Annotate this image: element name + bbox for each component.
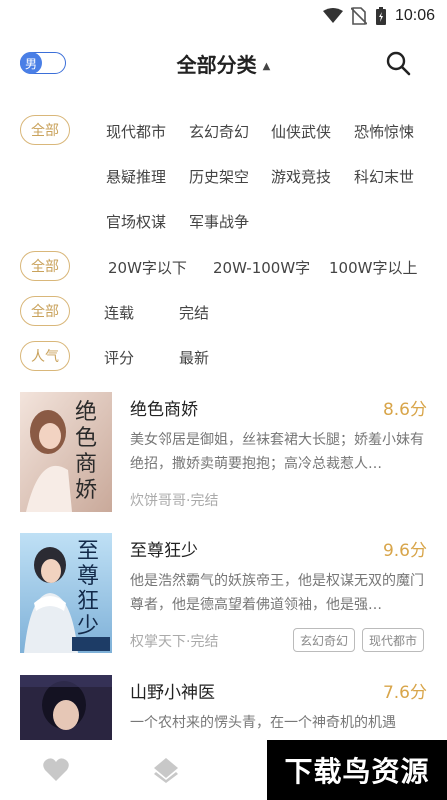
sort-popular-chip[interactable]: 人气	[20, 341, 70, 371]
watermark-logo: 下载鸟资源	[267, 740, 447, 800]
sort-option[interactable]: 最新	[179, 347, 209, 368]
book-title: 山野小神医	[130, 683, 215, 703]
book-title: 绝色商娇	[130, 400, 198, 420]
book-description: 一个农村来的愣头青，在一个神奇机的机遇	[130, 715, 396, 731]
book-list-item[interactable]: 至 尊 狂 少 至尊狂少 9.6分 他是浩然霸气的妖族帝王，他是权谋无双的魔门尊…	[0, 533, 447, 658]
layers-icon[interactable]	[152, 756, 180, 784]
sort-option[interactable]: 评分	[104, 347, 134, 368]
cover-title-char: 少	[76, 614, 99, 639]
status-time: 10:06	[394, 7, 435, 24]
category-option[interactable]: 悬疑推理	[106, 166, 166, 187]
category-option[interactable]: 军事战争	[189, 211, 249, 232]
category-title-dropdown[interactable]: 全部分类 ▲	[0, 49, 447, 78]
cover-title-char: 狂	[76, 589, 99, 614]
category-option[interactable]: 科幻末世	[354, 166, 414, 187]
book-score: 8.6分	[382, 400, 427, 420]
cover-title-char: 娇	[74, 478, 97, 503]
book-cover[interactable]: 绝 色 商 娇	[20, 392, 112, 512]
cover-title-char: 商	[74, 452, 97, 477]
cover-title-char: 绝	[74, 400, 97, 425]
book-cover[interactable]: 至 尊 狂 少	[20, 533, 112, 653]
wordcount-option[interactable]: 20W-100W字	[213, 257, 310, 278]
category-option[interactable]: 恐怖惊悚	[354, 121, 414, 142]
status-option[interactable]: 连载	[104, 302, 134, 323]
book-description: 他是浩然霸气的妖族帝王，他是权谋无双的魔门尊者，他是德高望着佛道领袖，他是强…	[130, 573, 424, 613]
no-sim-icon	[350, 7, 367, 25]
category-option[interactable]: 游戏竞技	[271, 166, 331, 187]
category-filter-row-2: 悬疑推理 历史架空 游戏竞技 科幻末世	[0, 158, 447, 194]
wordcount-filter-row: 全部 20W字以下 20W-100W字 100W字以上	[0, 249, 447, 285]
book-title: 至尊狂少	[130, 541, 198, 561]
book-cover[interactable]	[20, 675, 112, 740]
genre-tag[interactable]: 现代都市	[362, 628, 425, 652]
category-option[interactable]: 现代都市	[106, 121, 166, 142]
book-list-item[interactable]: 山野小神医 7.6分 一个农村来的愣头青，在一个神奇机的机遇	[0, 675, 447, 740]
status-bar: 10:06	[0, 0, 447, 32]
status-icons: 10:06	[322, 6, 435, 26]
book-author-status: 权掌天下·完结	[130, 634, 219, 650]
caret-up-icon: ▲	[262, 61, 271, 72]
status-option[interactable]: 完结	[179, 302, 209, 323]
book-list-item[interactable]: 绝 色 商 娇 绝色商娇 8.6分 美女邻居是御姐，丝袜套裙大长腿；娇羞小妹有绝…	[0, 392, 447, 517]
status-filter-row: 全部 连载 完结	[0, 294, 447, 330]
wordcount-all-chip[interactable]: 全部	[20, 251, 70, 281]
cover-title-char: 至	[76, 539, 99, 564]
wordcount-option[interactable]: 100W字以上	[329, 257, 417, 278]
page-title: 全部分类	[176, 53, 257, 77]
book-author-status: 炊饼哥哥·完结	[130, 493, 219, 509]
cover-title-char: 色	[74, 426, 97, 451]
book-description: 美女邻居是御姐，丝袜套裙大长腿；娇羞小妹有绝招，撒娇卖萌要抱抱；高冷总裁惹人…	[130, 432, 424, 472]
category-option[interactable]: 官场权谋	[106, 211, 166, 232]
category-all-chip[interactable]: 全部	[20, 115, 70, 145]
cover-title-char: 尊	[76, 564, 99, 589]
status-all-chip[interactable]: 全部	[20, 296, 70, 326]
category-filter-row-3: 官场权谋 军事战争	[0, 203, 447, 239]
wifi-icon	[322, 8, 343, 23]
category-option[interactable]: 仙侠武侠	[271, 121, 331, 142]
category-filter-row-1: 全部 现代都市 玄幻奇幻 仙侠武侠 恐怖惊悚	[0, 113, 447, 149]
category-option[interactable]: 玄幻奇幻	[189, 121, 249, 142]
book-score: 9.6分	[382, 541, 427, 561]
sort-filter-row: 人气 评分 最新	[0, 339, 447, 375]
category-option[interactable]: 历史架空	[189, 166, 249, 187]
book-score: 7.6分	[382, 683, 427, 703]
search-icon[interactable]	[385, 50, 411, 76]
battery-charging-icon	[375, 7, 386, 25]
heart-icon[interactable]	[42, 756, 70, 784]
genre-tag[interactable]: 玄幻奇幻	[293, 628, 356, 652]
bottom-nav: 下载鸟资源	[0, 740, 447, 800]
header: 男 全部分类 ▲	[0, 40, 447, 86]
wordcount-option[interactable]: 20W字以下	[108, 257, 187, 278]
